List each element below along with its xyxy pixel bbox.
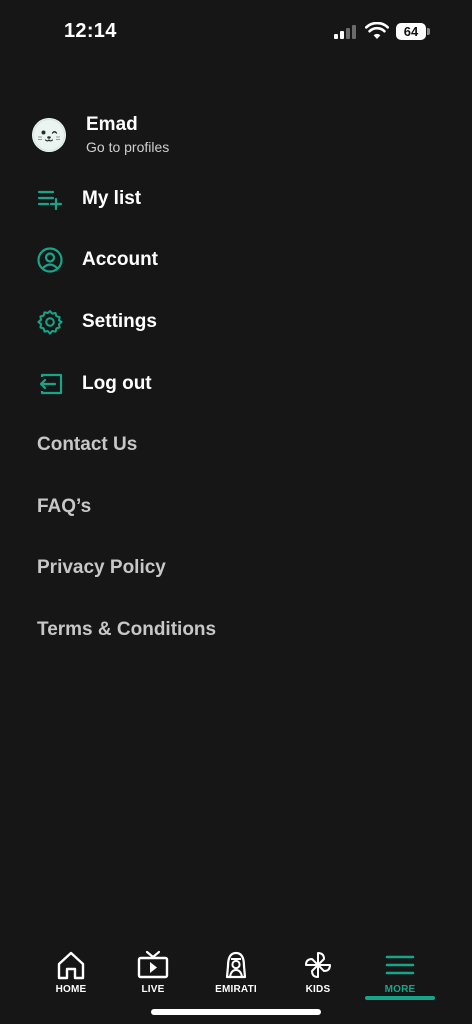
tab-label: HOME — [55, 984, 87, 995]
tab-more[interactable]: MORE — [364, 948, 436, 1000]
status-bar: 12:14 64 — [0, 0, 472, 64]
avatar — [32, 118, 66, 152]
tv-play-icon — [136, 948, 170, 982]
list-add-icon — [36, 185, 64, 213]
link-terms-conditions[interactable]: Terms & Conditions — [37, 619, 216, 645]
menu-item-settings[interactable]: Settings — [36, 307, 157, 337]
menu-item-label: Log out — [82, 373, 152, 394]
tab-home[interactable]: HOME — [35, 948, 107, 1000]
gear-icon — [36, 308, 64, 336]
profile-subtitle: Go to profiles — [86, 138, 170, 155]
link-privacy-policy[interactable]: Privacy Policy — [37, 557, 166, 583]
logout-icon — [36, 370, 64, 398]
menu-item-label: Settings — [82, 311, 157, 332]
tab-live[interactable]: LIVE — [117, 948, 189, 1000]
menu-item-label: Account — [82, 249, 158, 270]
tab-kids[interactable]: KIDS — [282, 948, 354, 1000]
user-circle-icon — [36, 246, 64, 274]
link-contact-us[interactable]: Contact Us — [37, 434, 137, 460]
tab-label: KIDS — [305, 984, 331, 995]
profile-switcher[interactable]: Emad Go to profiles — [32, 112, 169, 158]
link-faqs[interactable]: FAQ’s — [37, 496, 91, 522]
home-icon — [54, 948, 88, 982]
menu-item-account[interactable]: Account — [36, 245, 158, 275]
battery-icon: 64 — [396, 23, 426, 40]
tab-label: LIVE — [141, 984, 165, 995]
seal-avatar-icon — [32, 118, 66, 152]
menu-item-label: My list — [82, 188, 142, 209]
pinwheel-icon — [301, 948, 335, 982]
tab-label: MORE — [384, 984, 416, 995]
menu-item-my-list[interactable]: My list — [36, 184, 141, 214]
cellular-signal-icon — [334, 25, 360, 39]
menu-item-log-out[interactable]: Log out — [36, 369, 152, 399]
active-tab-indicator — [365, 996, 435, 1000]
battery-level: 64 — [403, 24, 419, 39]
wifi-icon — [365, 22, 389, 39]
tab-label: EMIRATI — [215, 984, 257, 995]
profile-name: Emad — [86, 113, 138, 135]
more-menu-screen: 12:14 64 Emad Go to profiles My list Acc… — [0, 0, 472, 1024]
home-indicator[interactable] — [151, 1009, 321, 1015]
emirati-figure-icon — [219, 948, 253, 982]
tab-emirati[interactable]: EMIRATI — [200, 948, 272, 1000]
menu-icon — [383, 948, 417, 982]
status-time: 12:14 — [64, 20, 117, 42]
battery-tip — [427, 28, 430, 35]
